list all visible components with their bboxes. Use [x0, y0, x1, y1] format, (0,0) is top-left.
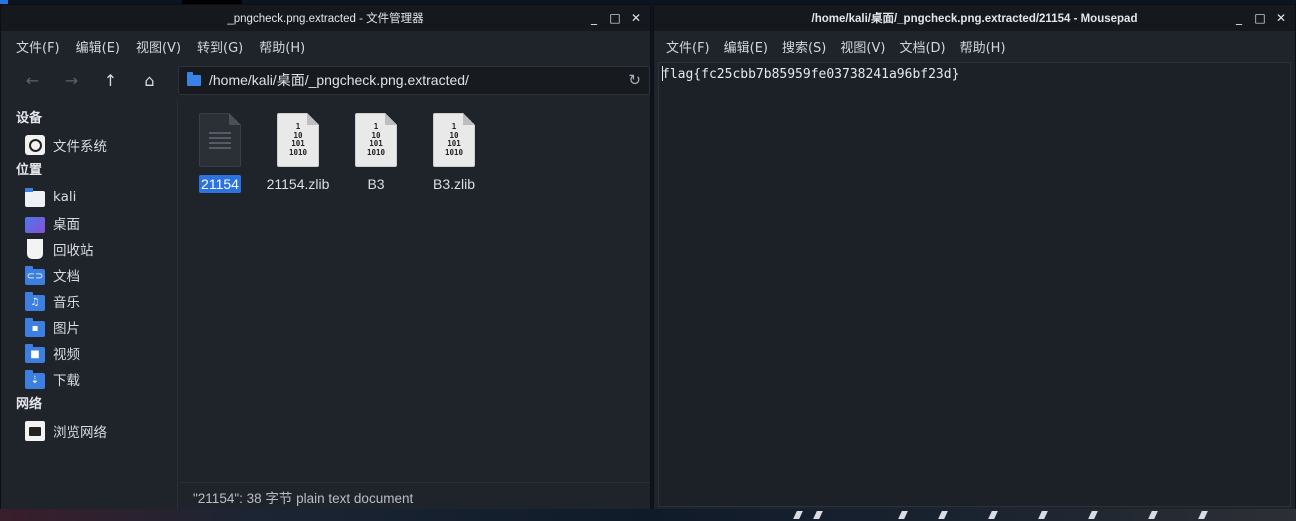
arrow-up-icon: ↑: [103, 70, 118, 90]
sidebar-item-label: 回收站: [53, 243, 94, 259]
arrow-right-icon: →: [64, 70, 79, 90]
menu-edit[interactable]: 编辑(E): [76, 37, 120, 56]
text-editor[interactable]: flag{fc25cbb7b85959fe03738241a96bf23d}: [658, 62, 1291, 507]
close-button[interactable]: ✕: [630, 11, 642, 25]
trash-icon: [27, 239, 43, 259]
forward-button[interactable]: →: [52, 65, 91, 95]
sidebar-item-label: 视频: [53, 347, 80, 363]
menu-document[interactable]: 文档(D): [899, 37, 945, 56]
sidebar-heading-places: 位置: [16, 163, 43, 178]
sidebar-item-label: 图片: [53, 321, 80, 337]
file-item-b3-zlib[interactable]: 1 10 101 1010 B3.zlib: [415, 113, 493, 193]
window-title: /home/kali/桌面/_pngcheck.png.extracted/21…: [811, 13, 1138, 25]
file-manager-titlebar[interactable]: _pngcheck.png.extracted - 文件管理器 _ □ ✕: [1, 5, 650, 31]
file-name: B3: [367, 176, 385, 192]
file-item-b3[interactable]: 1 10 101 1010 B3: [337, 113, 415, 193]
minimize-button[interactable]: _: [588, 11, 600, 25]
sidebar-item-music[interactable]: ♫ 音乐: [1, 288, 177, 314]
status-bar: "21154": 38 字节 plain text document: [179, 482, 650, 511]
sidebar-item-pictures[interactable]: ▪ 图片: [1, 314, 177, 340]
window-controls: _ □ ✕: [588, 5, 642, 31]
folder-icon: [187, 71, 201, 86]
sidebar-item-browse-network[interactable]: 浏览网络: [1, 418, 177, 444]
sidebar-item-label: 浏览网络: [53, 425, 107, 441]
status-text: "21154": 38 字节 plain text document: [193, 491, 414, 506]
desktop-background-strip: [0, 509, 1296, 521]
menu-edit[interactable]: 编辑(E): [724, 37, 768, 56]
editor-content: flag{fc25cbb7b85959fe03738241a96bf23d}: [662, 67, 960, 82]
minimize-button[interactable]: _: [1233, 11, 1245, 25]
menubar: 文件(F) 编辑(E) 视图(V) 转到(G) 帮助(H): [1, 31, 650, 61]
reload-icon[interactable]: ↻: [628, 71, 641, 89]
sidebar-item-trash[interactable]: 回收站: [1, 236, 177, 262]
file-item-21154[interactable]: 21154: [181, 113, 259, 193]
mousepad-titlebar[interactable]: /home/kali/桌面/_pngcheck.png.extracted/21…: [654, 5, 1295, 31]
disk-icon: [25, 135, 45, 155]
editor-content-line[interactable]: flag{fc25cbb7b85959fe03738241a96bf23d}: [662, 66, 959, 82]
network-icon: [25, 421, 45, 441]
sidebar-heading-devices: 设备: [16, 111, 43, 126]
toolbar: ← → ↑ ⌂ /home/kali/桌面/_pngcheck.png.extr…: [1, 61, 650, 99]
sidebar-item-label: 文件系统: [53, 139, 107, 155]
location-bar[interactable]: /home/kali/桌面/_pngcheck.png.extracted/ ↻: [178, 65, 650, 95]
mousepad-window: /home/kali/桌面/_pngcheck.png.extracted/21…: [653, 4, 1296, 512]
menu-help[interactable]: 帮助(H): [960, 37, 1006, 56]
downloads-folder-icon: ⇣: [25, 369, 45, 389]
file-manager-window: _pngcheck.png.extracted - 文件管理器 _ □ ✕ 文件…: [0, 4, 651, 512]
file-name: 21154: [199, 175, 241, 193]
file-item-21154-zlib[interactable]: 1 10 101 1010 21154.zlib: [259, 113, 337, 193]
window-title: _pngcheck.png.extracted - 文件管理器: [227, 13, 424, 25]
menu-help[interactable]: 帮助(H): [259, 37, 305, 56]
text-file-icon: [199, 113, 241, 167]
binary-glyph: 1 10 101 1010: [444, 122, 464, 157]
sidebar-item-downloads[interactable]: ⇣ 下载: [1, 366, 177, 392]
menubar: 文件(F) 编辑(E) 搜索(S) 视图(V) 文档(D) 帮助(H): [654, 31, 1295, 61]
location-path[interactable]: /home/kali/桌面/_pngcheck.png.extracted/: [209, 70, 469, 90]
home-folder-icon: [25, 187, 45, 207]
sidebar-item-label: 音乐: [53, 295, 80, 311]
sidebar-item-label: kali: [53, 189, 77, 205]
menu-file[interactable]: 文件(F): [666, 37, 710, 56]
file-manager-body: 设备 文件系统 位置 kali 桌面 回收站 ⊂⊃ 文档 ♫ 音乐 ▪ 图片 ■…: [1, 100, 650, 511]
file-name: 21154.zlib: [266, 176, 330, 192]
menu-file[interactable]: 文件(F): [16, 37, 60, 56]
sidebar-item-documents[interactable]: ⊂⊃ 文档: [1, 262, 177, 288]
documents-folder-icon: ⊂⊃: [25, 265, 45, 285]
sidebar-heading-network: 网络: [16, 397, 43, 412]
home-icon: ⌂: [144, 70, 155, 90]
menu-view[interactable]: 视图(V): [840, 37, 885, 56]
pictures-folder-icon: ▪: [25, 317, 45, 337]
window-controls: _ □ ✕: [1233, 5, 1287, 31]
file-icon-view[interactable]: 21154 1 10 101 1010 21154.zlib 1 10 101 …: [178, 100, 650, 511]
back-button[interactable]: ←: [13, 65, 52, 95]
binary-file-icon: 1 10 101 1010: [433, 113, 475, 167]
binary-glyph: 1 10 101 1010: [288, 122, 308, 157]
music-folder-icon: ♫: [25, 291, 45, 311]
menu-search[interactable]: 搜索(S): [782, 37, 826, 56]
home-button[interactable]: ⌂: [130, 65, 169, 95]
menu-go[interactable]: 转到(G): [197, 37, 243, 56]
desktop-icon: [25, 216, 45, 233]
binary-file-icon: 1 10 101 1010: [355, 113, 397, 167]
close-button[interactable]: ✕: [1275, 11, 1287, 25]
maximize-button[interactable]: □: [609, 11, 621, 25]
maximize-button[interactable]: □: [1254, 11, 1266, 25]
videos-folder-icon: ■: [25, 343, 45, 363]
sidebar-item-desktop[interactable]: 桌面: [1, 210, 177, 236]
sidebar-item-videos[interactable]: ■ 视频: [1, 340, 177, 366]
sidebar-item-label: 桌面: [53, 217, 80, 233]
binary-glyph: 1 10 101 1010: [366, 122, 386, 157]
file-name: B3.zlib: [432, 176, 476, 192]
sidebar-item-label: 文档: [53, 269, 80, 285]
sidebar: 设备 文件系统 位置 kali 桌面 回收站 ⊂⊃ 文档 ♫ 音乐 ▪ 图片 ■…: [1, 100, 178, 511]
menu-view[interactable]: 视图(V): [136, 37, 181, 56]
arrow-left-icon: ←: [25, 70, 40, 90]
up-button[interactable]: ↑: [91, 65, 130, 95]
binary-file-icon: 1 10 101 1010: [277, 113, 319, 167]
sidebar-item-label: 下载: [53, 373, 80, 389]
sidebar-item-filesystem[interactable]: 文件系统: [1, 132, 177, 158]
sidebar-item-kali[interactable]: kali: [1, 184, 177, 210]
